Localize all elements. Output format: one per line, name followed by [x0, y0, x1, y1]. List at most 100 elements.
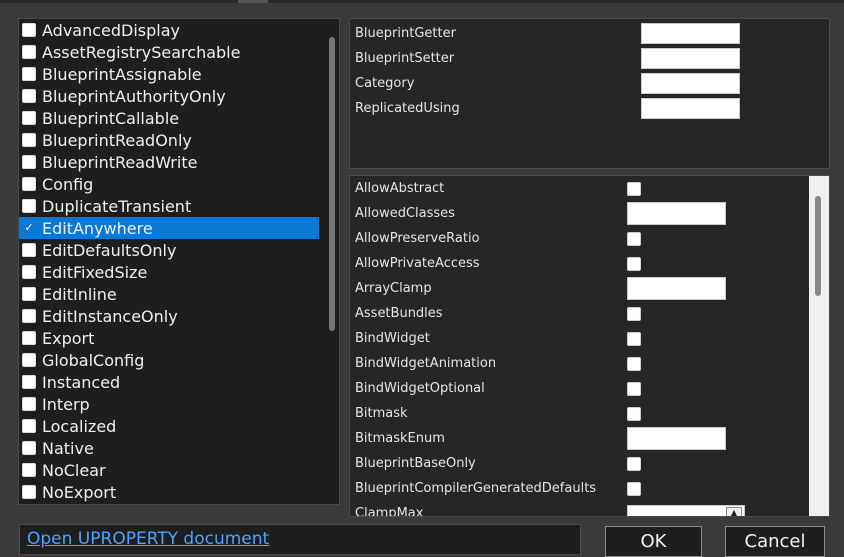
clamp-max-stepper[interactable]: ▲ [627, 504, 745, 516]
specifier-item-instanced[interactable]: Instanced [19, 371, 319, 393]
specifier-item-duplicate-transient[interactable]: DuplicateTransient [19, 195, 319, 217]
category-input[interactable] [641, 73, 740, 94]
bind-widget-animation-checkbox[interactable] [627, 356, 641, 371]
metadata-label: BlueprintBaseOnly [355, 456, 476, 471]
checkbox[interactable] [22, 375, 36, 389]
bitmask-checkbox[interactable] [627, 406, 641, 421]
specifier-list-panel[interactable]: AdvancedDisplay AssetRegistrySearchable Bl… [18, 18, 340, 505]
checkbox[interactable] [22, 45, 36, 59]
specifier-item-interp[interactable]: Interp [19, 393, 319, 415]
attribute-label: ReplicatedUsing [355, 101, 460, 116]
checkbox[interactable] [22, 441, 36, 455]
doc-link-box: Open UPROPERTY document [19, 524, 581, 555]
checkbox[interactable] [22, 177, 36, 191]
blueprint-setter-input[interactable] [641, 48, 740, 69]
specifier-item-no-export[interactable]: NoExport [19, 481, 319, 503]
specifier-label: Interp [42, 394, 90, 414]
checkbox[interactable] [22, 111, 36, 125]
array-clamp-input[interactable] [627, 277, 726, 300]
metadata-row-clamp-max: ClampMax ▲ [355, 501, 815, 516]
specifier-item-edit-instance-only[interactable]: EditInstanceOnly [19, 305, 319, 327]
metadata-row-array-clamp: ArrayClamp [355, 276, 815, 301]
checkbox[interactable] [22, 265, 36, 279]
metadata-label: ArrayClamp [355, 281, 432, 296]
specifier-list-scrollbar[interactable] [329, 37, 335, 331]
metadata-row-blueprint-base-only: BlueprintBaseOnly [355, 451, 815, 476]
checkbox[interactable] [22, 89, 36, 103]
metadata-row-allow-preserve-ratio: AllowPreserveRatio [355, 226, 815, 251]
blueprint-compiler-generated-defaults-checkbox[interactable] [627, 481, 641, 496]
specifier-item-blueprint-read-write[interactable]: BlueprintReadWrite [19, 151, 319, 173]
checkbox[interactable] [22, 155, 36, 169]
specifier-label: EditInline [42, 284, 117, 304]
triangle-up-icon[interactable]: ▲ [726, 506, 742, 516]
specifier-item-export[interactable]: Export [19, 327, 319, 349]
open-document-link[interactable]: Open UPROPERTY document [27, 529, 269, 549]
top-strip-mark [238, 0, 268, 3]
checkbox[interactable] [22, 243, 36, 257]
specifier-item-blueprint-authority-only[interactable]: BlueprintAuthorityOnly [19, 85, 319, 107]
specifier-item-native[interactable]: Native [19, 437, 319, 459]
bind-widget-checkbox[interactable] [627, 331, 641, 346]
specifier-item-advanced-display[interactable]: AdvancedDisplay [19, 19, 319, 41]
allowed-classes-input[interactable] [627, 202, 726, 225]
metadata-row-bind-widget-optional: BindWidgetOptional [355, 376, 815, 401]
specifier-label: EditAnywhere [42, 218, 153, 238]
metadata-scrollbar[interactable] [809, 176, 829, 516]
specifier-item-config[interactable]: Config [19, 173, 319, 195]
specifier-item-edit-defaults-only[interactable]: EditDefaultsOnly [19, 239, 319, 261]
specifier-item-global-config[interactable]: GlobalConfig [19, 349, 319, 371]
checkbox[interactable] [22, 23, 36, 37]
blueprint-base-only-checkbox[interactable] [627, 456, 641, 471]
metadata-label: AllowedClasses [355, 206, 455, 221]
allow-private-access-checkbox[interactable] [627, 256, 641, 271]
metadata-panel[interactable]: AllowAbstract AllowedClasses AllowPreserve… [349, 175, 830, 517]
checkbox[interactable] [22, 199, 36, 213]
checkbox[interactable] [22, 133, 36, 147]
allow-abstract-checkbox[interactable] [627, 181, 641, 196]
ok-button[interactable]: OK [605, 526, 702, 557]
checkbox[interactable] [22, 419, 36, 433]
checkbox[interactable] [22, 485, 36, 499]
specifier-label: EditInstanceOnly [42, 306, 178, 326]
checkbox[interactable] [22, 287, 36, 301]
asset-bundles-checkbox[interactable] [627, 306, 641, 321]
allow-preserve-ratio-checkbox[interactable] [627, 231, 641, 246]
checkbox[interactable] [22, 463, 36, 477]
specifier-label: BlueprintCallable [42, 108, 180, 128]
specifier-item-blueprint-assignable[interactable]: BlueprintAssignable [19, 63, 319, 85]
specifier-item-edit-anywhere[interactable]: ✓ EditAnywhere [19, 217, 319, 239]
metadata-label: BindWidget [355, 331, 430, 346]
checkbox[interactable] [22, 67, 36, 81]
checkbox[interactable] [22, 397, 36, 411]
metadata-label: BlueprintCompilerGeneratedDefaults [355, 481, 597, 496]
specifier-item-edit-fixed-size[interactable]: EditFixedSize [19, 261, 319, 283]
specifier-label: BlueprintReadOnly [42, 130, 192, 150]
checkbox[interactable] [22, 331, 36, 345]
metadata-scrollbar-thumb[interactable] [815, 196, 821, 296]
metadata-row-bitmask-enum: BitmaskEnum [355, 426, 815, 451]
specifier-item-edit-inline[interactable]: EditInline [19, 283, 319, 305]
cancel-button[interactable]: Cancel [725, 526, 825, 557]
specifier-label: GlobalConfig [42, 350, 145, 370]
metadata-label: BindWidgetOptional [355, 381, 485, 396]
specifier-item-blueprint-callable[interactable]: BlueprintCallable [19, 107, 319, 129]
checkbox[interactable] [22, 353, 36, 367]
attribute-label: Category [355, 76, 415, 91]
specifier-label: DuplicateTransient [42, 196, 192, 216]
checkbox[interactable] [22, 309, 36, 323]
replicated-using-input[interactable] [641, 98, 740, 119]
check-icon[interactable]: ✓ [22, 221, 36, 235]
specifier-label: AdvancedDisplay [42, 20, 181, 40]
bitmask-enum-input[interactable] [627, 427, 726, 450]
blueprint-getter-input[interactable] [641, 23, 740, 44]
bind-widget-optional-checkbox[interactable] [627, 381, 641, 396]
specifier-item-blueprint-read-only[interactable]: BlueprintReadOnly [19, 129, 319, 151]
specifier-label: AssetRegistrySearchable [42, 42, 241, 62]
metadata-label: Bitmask [355, 406, 408, 421]
specifier-label: NoClear [42, 460, 106, 480]
specifier-item-localized[interactable]: Localized [19, 415, 319, 437]
specifier-item-no-clear[interactable]: NoClear [19, 459, 319, 481]
attribute-panel: BlueprintGetter BlueprintSetter Category Re… [349, 18, 830, 169]
specifier-item-asset-registry-searchable[interactable]: AssetRegistrySearchable [19, 41, 319, 63]
